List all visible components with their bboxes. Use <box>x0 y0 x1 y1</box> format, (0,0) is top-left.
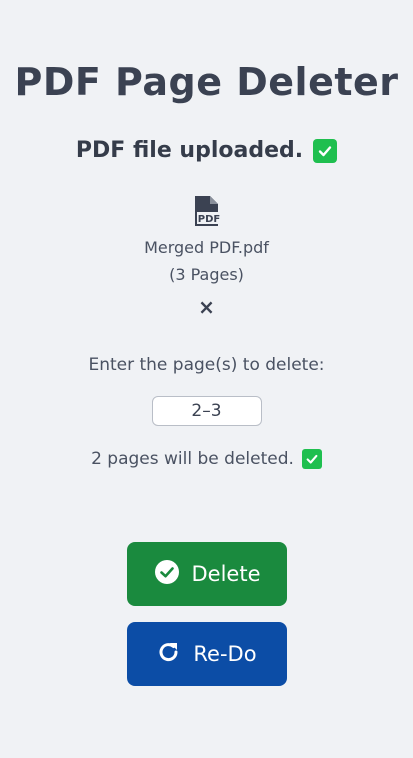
check-icon <box>301 449 322 469</box>
deletion-summary-text: 2 pages will be deleted. <box>91 449 294 469</box>
svg-text:PDF: PDF <box>197 214 219 225</box>
upload-status-text: PDF file uploaded. <box>75 138 304 163</box>
delete-button-label: Delete <box>191 562 261 586</box>
page-title: PDF Page Deleter <box>14 60 399 104</box>
pages-prompt: Enter the page(s) to delete: <box>88 355 325 375</box>
deletion-summary: 2 pages will be deleted. <box>0 449 413 469</box>
check-icon <box>313 138 338 163</box>
redo-button-label: Re-Do <box>193 642 257 666</box>
check-circle-icon <box>154 559 180 590</box>
file-name: Merged PDF.pdf <box>144 238 269 257</box>
close-icon: × <box>198 295 215 319</box>
pages-input[interactable] <box>151 396 262 426</box>
remove-file-button[interactable]: × <box>0 295 413 319</box>
delete-button[interactable]: Delete <box>127 542 287 606</box>
pdf-file-icon: PDF <box>0 195 413 227</box>
redo-button[interactable]: Re-Do <box>127 622 287 686</box>
pages-input-container <box>0 396 413 426</box>
upload-status: PDF file uploaded. <box>0 138 413 163</box>
redo-icon <box>157 640 181 669</box>
file-page-count: (3 Pages) <box>169 265 244 284</box>
